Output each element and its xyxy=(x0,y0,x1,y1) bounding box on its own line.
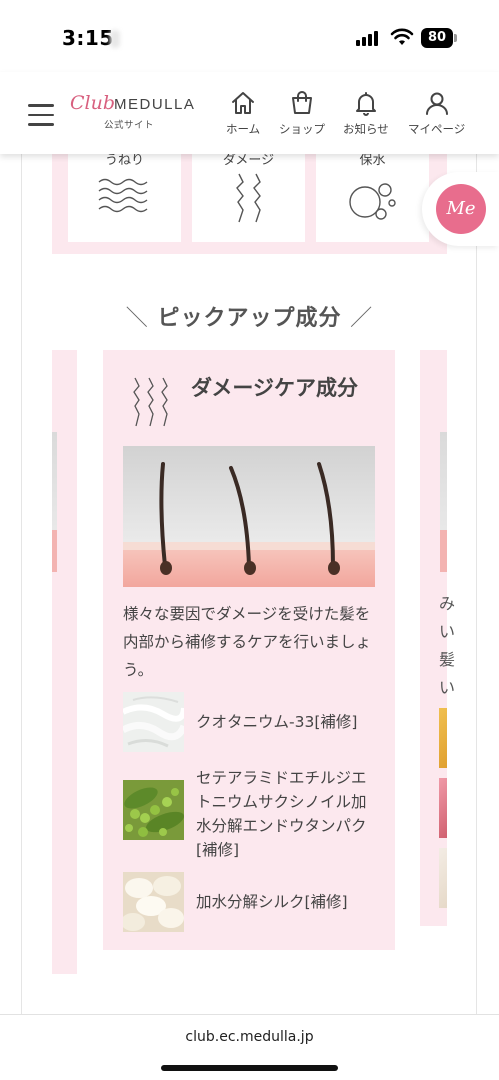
ingredient-item[interactable]: クオタニウム-33[補修] xyxy=(123,692,383,754)
ingredient-thumb xyxy=(439,848,447,908)
browser-url-bar[interactable]: club.ec.medulla.jp xyxy=(0,1014,499,1080)
nav-notifications-label: お知らせ xyxy=(343,122,389,136)
bell-icon xyxy=(355,92,376,116)
damage-icon xyxy=(235,173,261,223)
nav-mypage-label: マイページ xyxy=(408,122,466,136)
concern-label: 保水 xyxy=(359,154,386,168)
shopping-bag-icon xyxy=(292,91,312,114)
site-logo[interactable]: Club MEDULLA 公式サイト xyxy=(70,92,200,132)
card-text-fragment: み xyxy=(439,594,456,613)
title-slash-right: ／ xyxy=(350,306,374,331)
ingredient-thumb xyxy=(439,778,447,838)
ingredient-name: クオタニウム-33[補修] xyxy=(196,713,358,731)
carousel-card-prev[interactable] xyxy=(52,350,77,974)
nav-notifications[interactable]: お知らせ xyxy=(343,90,389,137)
title-slash-left: ＼ xyxy=(125,306,149,331)
nav-shop[interactable]: ショップ xyxy=(279,90,325,137)
logo-brand: MEDULLA xyxy=(114,96,196,113)
battery-tip xyxy=(454,34,457,42)
home-indicator[interactable] xyxy=(161,1065,338,1071)
hair-concern-section: うねり ダメージ 保水 xyxy=(52,154,447,254)
site-header: Club MEDULLA 公式サイト ホーム ショップ お知らせ マイページ xyxy=(0,72,499,154)
ingredient-card-damage-care[interactable]: ダメージケア成分 様々な要因でダメージを受けた髪を内部から補修するケアを行いまし… xyxy=(103,350,395,950)
page-border-left xyxy=(21,154,22,1014)
nav-home[interactable]: ホーム xyxy=(226,90,260,137)
concern-card-wave[interactable]: うねり xyxy=(68,154,181,242)
concern-card-damage[interactable]: ダメージ xyxy=(192,154,305,242)
title-text: ピックアップ成分 xyxy=(157,306,342,331)
ingredient-item[interactable]: セテアラミドエチルジエトニウムサクシノイル加水分解エンドウタンパク[補修] xyxy=(123,766,383,859)
logo-subtitle: 公式サイト xyxy=(104,120,155,131)
me-floating-button[interactable]: Me xyxy=(422,172,499,246)
card-photo xyxy=(440,432,447,572)
card-text-fragment: 髪 xyxy=(439,650,456,669)
carousel-card-next[interactable]: み い 髪 い xyxy=(420,350,455,926)
home-icon xyxy=(232,92,255,114)
concern-label: うねり xyxy=(104,154,144,168)
user-icon xyxy=(425,92,448,115)
wifi-icon xyxy=(390,28,414,45)
status-blur xyxy=(110,30,120,48)
me-icon: Me xyxy=(436,184,486,234)
nav-shop-label: ショップ xyxy=(279,122,325,136)
card-description: 様々な要因でダメージを受けた髪を内部から補修するケアを行いましょう。 xyxy=(123,605,372,679)
ingredient-item[interactable]: 加水分解シルク[補修] xyxy=(123,872,383,934)
cellular-signal-icon xyxy=(356,30,382,46)
page-content: うねり ダメージ 保水 Me ＼ ピックアップ成分 ／ み い 髪 い ダメージ… xyxy=(0,154,499,1014)
green-peas-thumb xyxy=(123,780,184,840)
cream-texture-thumb xyxy=(123,692,184,752)
card-photo xyxy=(52,432,57,572)
silk-cocoons-thumb xyxy=(123,872,184,932)
concern-card-moisture[interactable]: 保水 xyxy=(316,154,429,242)
menu-icon[interactable] xyxy=(28,104,54,126)
wave-icon xyxy=(98,178,147,213)
logo-script: Club xyxy=(70,92,116,114)
status-time: 3:15 xyxy=(62,26,114,50)
nav-home-label: ホーム xyxy=(226,122,261,136)
card-text-fragment: い xyxy=(439,678,456,697)
damage-icon xyxy=(133,377,168,427)
card-title: ダメージケア成分 xyxy=(191,376,358,400)
page-border-right xyxy=(476,154,477,1014)
battery-indicator: 80 xyxy=(421,28,453,48)
hair-cross-section-photo xyxy=(123,446,375,587)
ingredient-thumb xyxy=(439,708,447,768)
concern-label: ダメージ xyxy=(222,154,275,168)
bubbles-icon xyxy=(348,183,396,220)
card-text-fragment: い xyxy=(439,622,456,641)
ingredient-name: セテアラミドエチルジエトニウムサクシノイル加水分解エンドウタンパク[補修] xyxy=(196,769,367,859)
ingredient-name: 加水分解シルク[補修] xyxy=(196,893,348,911)
nav-mypage[interactable]: マイページ xyxy=(408,90,465,137)
status-bar: 3:15 80 xyxy=(0,0,499,72)
section-title: ＼ ピックアップ成分 ／ xyxy=(0,300,499,332)
url-text[interactable]: club.ec.medulla.jp xyxy=(0,1029,499,1045)
